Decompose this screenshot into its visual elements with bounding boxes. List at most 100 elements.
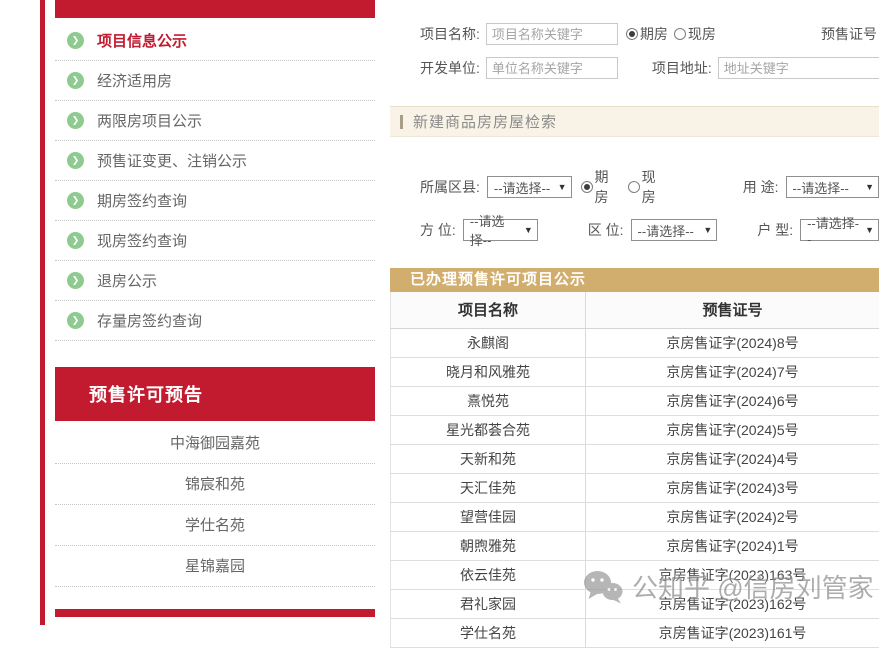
table-header-row: 项目名称 预售证号: [391, 292, 879, 328]
usage-select[interactable]: --请选择-- ▼: [786, 176, 879, 198]
presale-notice-header: 预售许可预告: [55, 367, 375, 421]
project-name-cell[interactable]: 天新和苑: [391, 444, 586, 473]
project-name-cell[interactable]: 君礼家园: [391, 589, 586, 618]
developer-label: 开发单位:: [420, 58, 480, 78]
table-row: 望营佳园 京房售证字(2024)2号: [391, 502, 879, 531]
project-name-cell[interactable]: 学仕名苑: [391, 618, 586, 647]
housetype-label: 户 型:: [757, 220, 793, 240]
project-name-cell[interactable]: 永麒阁: [391, 328, 586, 357]
sidebar-menu-item[interactable]: ❯ 期房签约查询: [55, 181, 375, 221]
table-row: 永麒阁 京房售证字(2024)8号: [391, 328, 879, 357]
presale-project-link[interactable]: 星锦嘉园: [55, 546, 375, 587]
presale-cert-cell: 京房售证字(2023)161号: [586, 618, 879, 647]
presale-cert-cell: 京房售证字(2024)6号: [586, 386, 879, 415]
arrow-circle-icon: ❯: [67, 312, 84, 329]
col-header-project-name: 项目名称: [391, 292, 586, 328]
sidebar-menu-item[interactable]: ❯ 现房签约查询: [55, 221, 375, 261]
presale-cert-cell: 京房售证字(2024)1号: [586, 531, 879, 560]
presale-project-list: 中海御园嘉苑 锦宸和苑 学仕名苑 星锦嘉园: [55, 421, 375, 587]
left-red-strip: [40, 0, 45, 625]
futures-radio[interactable]: [626, 28, 638, 40]
address-input[interactable]: [718, 57, 879, 79]
presale-cert-cell: 京房售证字(2024)5号: [586, 415, 879, 444]
district-label: 所属区县:: [420, 177, 480, 197]
direction-select-value: --请选择--: [470, 211, 518, 249]
table-row: 依云佳苑 京房售证字(2023)163号: [391, 560, 879, 589]
sidebar-menu-item[interactable]: ❯ 项目信息公示: [55, 21, 375, 61]
chevron-down-icon: ▼: [703, 225, 712, 235]
arrow-circle-icon: ❯: [67, 72, 84, 89]
table-row: 君礼家园 京房售证字(2023)162号: [391, 589, 879, 618]
location-select-value: --请选择--: [638, 221, 694, 240]
sidebar-bottom-bar: [55, 609, 375, 617]
table-row: 天新和苑 京房售证字(2024)4号: [391, 444, 879, 473]
presale-cert-cell: 京房售证字(2024)3号: [586, 473, 879, 502]
project-name-cell[interactable]: 星光都荟合苑: [391, 415, 586, 444]
sidebar-item-label: 项目信息公示: [97, 30, 187, 51]
sidebar-item-label: 存量房签约查询: [97, 310, 202, 331]
developer-input[interactable]: [486, 57, 618, 79]
existing-radio[interactable]: [674, 28, 686, 40]
table-row: 星光都荟合苑 京房售证字(2024)5号: [391, 415, 879, 444]
filter-row-2: 方 位: --请选择-- ▼ 区 位: --请选择-- ▼ 户 型: --请选择…: [390, 219, 879, 241]
arrow-circle-icon: ❯: [67, 152, 84, 169]
presale-cert-cell: 京房售证字(2024)2号: [586, 502, 879, 531]
sidebar-item-label: 经济适用房: [97, 70, 172, 91]
table-title-bar: 已办理预售许可项目公示: [390, 268, 879, 292]
filter-existing-radio[interactable]: [628, 181, 640, 193]
location-select[interactable]: --请选择-- ▼: [631, 219, 718, 241]
project-name-cell[interactable]: 朝煦雅苑: [391, 531, 586, 560]
filter-row-1: 所属区县: --请选择-- ▼ 期房 现房 用 途: --请选择-- ▼: [390, 167, 879, 207]
filter-futures-radio-label: 期房: [595, 167, 622, 207]
chevron-down-icon: ▼: [524, 225, 533, 235]
arrow-circle-icon: ❯: [67, 112, 84, 129]
section-header: 新建商品房房屋检索: [390, 106, 879, 137]
arrow-circle-icon: ❯: [67, 192, 84, 209]
presale-project-link[interactable]: 学仕名苑: [55, 505, 375, 546]
sidebar-item-label: 退房公示: [97, 270, 157, 291]
filter-house-type-radio-group: 期房 现房: [581, 167, 675, 207]
filter-futures-radio[interactable]: [581, 181, 593, 193]
arrow-circle-icon: ❯: [67, 232, 84, 249]
table-row: 朝煦雅苑 京房售证字(2024)1号: [391, 531, 879, 560]
sidebar-item-label: 预售证变更、注销公示: [97, 150, 247, 171]
arrow-circle-icon: ❯: [67, 32, 84, 49]
sidebar-menu-item[interactable]: ❯ 经济适用房: [55, 61, 375, 101]
section-title: 新建商品房房屋检索: [413, 111, 557, 132]
usage-select-value: --请选择--: [793, 178, 849, 197]
presale-project-link[interactable]: 中海御园嘉苑: [55, 423, 375, 464]
project-name-input[interactable]: [486, 23, 618, 45]
project-name-cell[interactable]: 熹悦苑: [391, 386, 586, 415]
presale-cert-cell: 京房售证字(2024)8号: [586, 328, 879, 357]
housetype-select[interactable]: --请选择-- ▼: [800, 219, 879, 241]
project-name-cell[interactable]: 依云佳苑: [391, 560, 586, 589]
existing-radio-label: 现房: [688, 24, 716, 44]
direction-select[interactable]: --请选择-- ▼: [463, 219, 538, 241]
project-name-cell[interactable]: 望营佳园: [391, 502, 586, 531]
project-name-cell[interactable]: 晓月和风雅苑: [391, 357, 586, 386]
sidebar-menu-item[interactable]: ❯ 预售证变更、注销公示: [55, 141, 375, 181]
district-select[interactable]: --请选择-- ▼: [487, 176, 572, 198]
main-content: 项目名称: 期房 现房 预售证号 开发单位: 项目地址: 新建商品房房屋检索 所…: [390, 0, 879, 648]
chevron-down-icon: ▼: [865, 225, 874, 235]
address-label: 项目地址:: [652, 58, 712, 78]
project-name-cell[interactable]: 天汇佳苑: [391, 473, 586, 502]
chevron-down-icon: ▼: [558, 182, 567, 192]
location-label: 区 位:: [588, 220, 624, 240]
sidebar-menu-item[interactable]: ❯ 存量房签约查询: [55, 301, 375, 341]
sidebar-menu: ❯ 项目信息公示 ❯ 经济适用房 ❯ 两限房项目公示 ❯ 预售证变更、注销公示 …: [55, 18, 375, 341]
section-tick-icon: [400, 115, 403, 129]
sidebar-item-label: 两限房项目公示: [97, 110, 202, 131]
sidebar-menu-item[interactable]: ❯ 两限房项目公示: [55, 101, 375, 141]
sidebar-menu-item[interactable]: ❯ 退房公示: [55, 261, 375, 301]
presale-cert-cell: 京房售证字(2024)7号: [586, 357, 879, 386]
house-type-radio-group: 期房 现房: [626, 24, 722, 44]
presale-project-link[interactable]: 锦宸和苑: [55, 464, 375, 505]
sidebar-item-label: 现房签约查询: [97, 230, 187, 251]
presale-cert-cell: 京房售证字(2023)163号: [586, 560, 879, 589]
sidebar: ❯ 项目信息公示 ❯ 经济适用房 ❯ 两限房项目公示 ❯ 预售证变更、注销公示 …: [55, 0, 375, 617]
presale-table-body: 永麒阁 京房售证字(2024)8号 晓月和风雅苑 京房售证字(2024)7号 熹…: [391, 328, 879, 647]
chevron-down-icon: ▼: [865, 182, 874, 192]
arrow-circle-icon: ❯: [67, 272, 84, 289]
sidebar-item-label: 期房签约查询: [97, 190, 187, 211]
